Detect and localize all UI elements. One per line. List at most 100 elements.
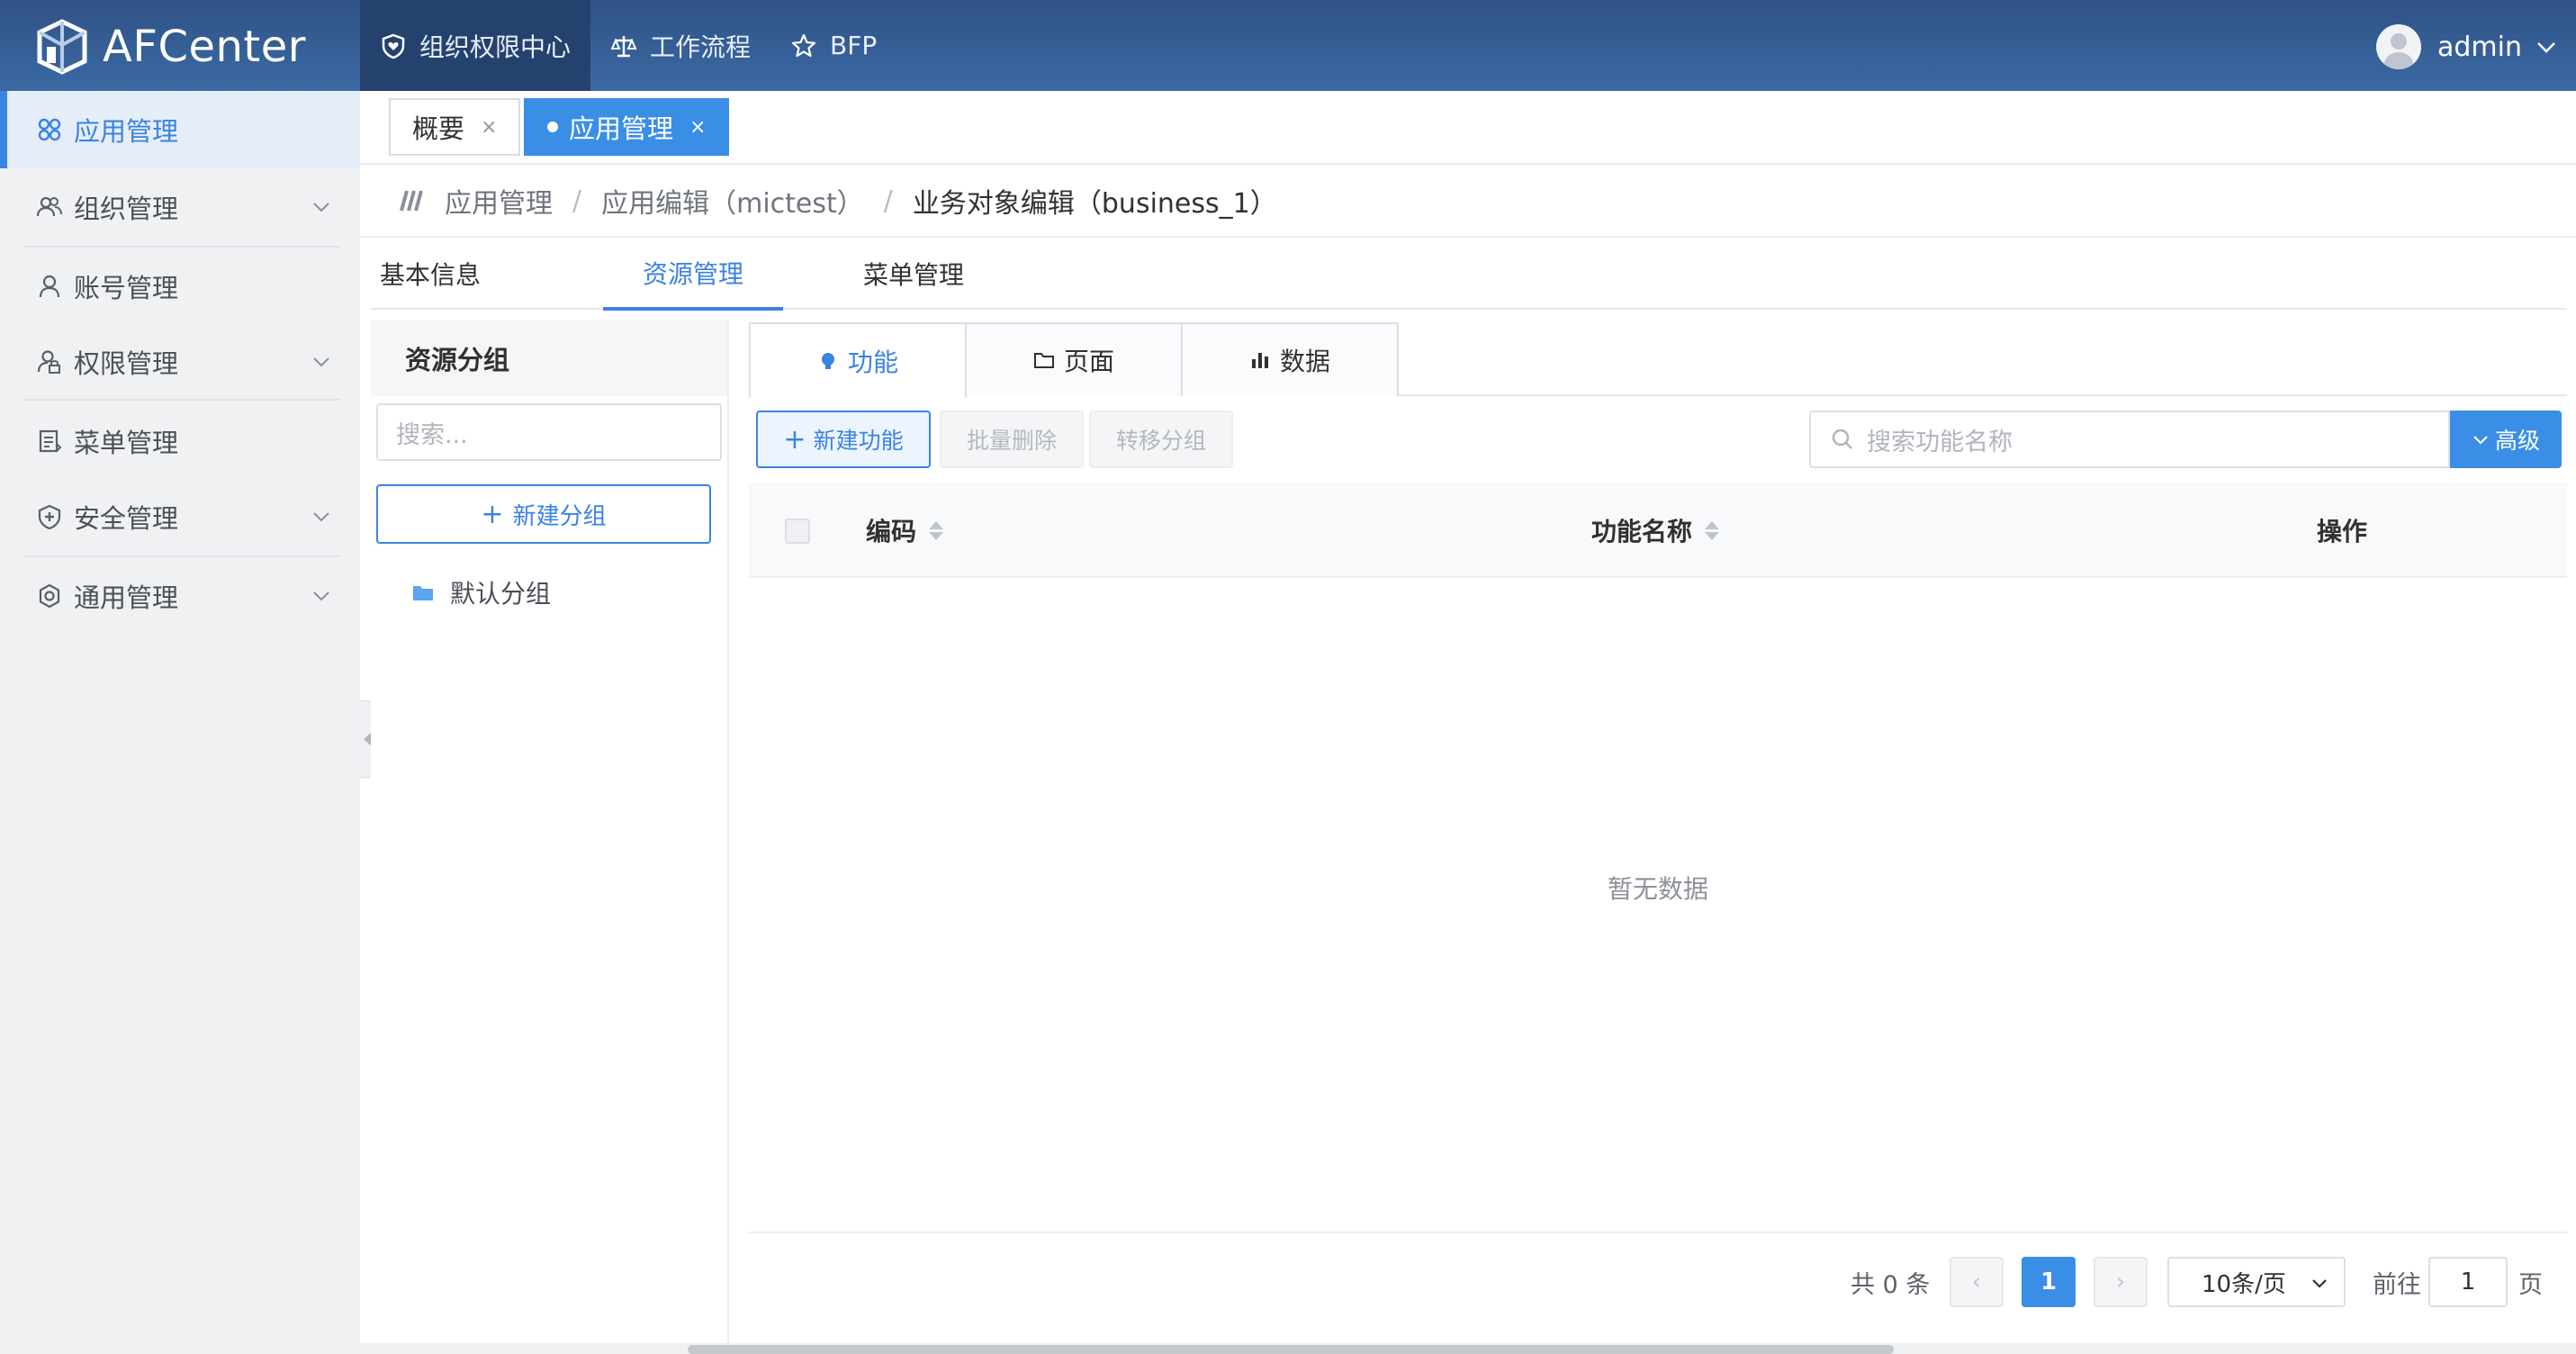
close-icon[interactable]: ×	[481, 116, 497, 139]
bar-chart-icon	[1251, 353, 1268, 368]
top-navbar: AFCenter 组织权限中心 工作流程 BFP admin	[0, 0, 2576, 91]
sidebar: 应用管理 组织管理 账号管理 权限管理 菜单管理 安全管理 通用管理	[0, 91, 360, 1347]
tab-label: 页面	[1063, 347, 1114, 376]
prev-page-button[interactable]: ‹	[1950, 1257, 2004, 1307]
goto-page-input[interactable]: 1	[2428, 1257, 2508, 1307]
groups-search-input[interactable]: 搜索...	[376, 403, 722, 461]
tab-resource-management[interactable]: 资源管理	[603, 238, 783, 311]
user-name: admin	[2437, 31, 2522, 63]
top-nav: 组织权限中心 工作流程 BFP	[360, 0, 896, 91]
column-label: 功能名称	[1591, 517, 1693, 546]
scale-icon	[610, 35, 637, 57]
button-label: 转移分组	[1115, 428, 1206, 454]
topnav-item-workflow[interactable]: 工作流程	[590, 0, 770, 91]
scrollbar-thumb[interactable]	[688, 1345, 1894, 1354]
tab-label: 菜单管理	[862, 260, 964, 290]
sidebar-item-app-management[interactable]: 应用管理	[0, 91, 360, 168]
column-label: 编码	[866, 517, 917, 546]
empty-state: 暂无数据	[1607, 874, 1708, 904]
chevron-down-icon	[313, 512, 329, 522]
user-lock-icon	[37, 350, 60, 374]
divider	[749, 1232, 2567, 1233]
topnav-item-org-permission[interactable]: 组织权限中心	[360, 0, 591, 91]
logo-icon	[37, 19, 87, 75]
sidebar-item-label: 权限管理	[74, 348, 179, 379]
shield-plus-icon	[38, 504, 61, 530]
plus-icon: +	[481, 498, 504, 530]
tab-label: 数据	[1279, 347, 1330, 376]
page-tabs-bar: 概要 × 应用管理 ×	[360, 91, 2576, 165]
users-icon	[36, 196, 62, 217]
breadcrumb: 应用管理 / 应用编辑（mictest） / 业务对象编辑（business_1…	[396, 171, 1277, 230]
topnav-item-bfp[interactable]: BFP	[770, 0, 896, 91]
goto-unit-label: 页	[2518, 1270, 2543, 1299]
sidebar-item-label: 账号管理	[74, 273, 179, 303]
breadcrumb-item[interactable]: 应用管理	[445, 181, 553, 221]
column-header-function-name[interactable]: 功能名称	[1591, 483, 1720, 578]
sidebar-item-menu-management[interactable]: 菜单管理	[0, 402, 360, 480]
new-group-button[interactable]: + 新建分组	[376, 484, 711, 544]
next-page-button[interactable]: ›	[2094, 1257, 2148, 1307]
folder-icon	[413, 586, 433, 600]
sidebar-item-general-management[interactable]: 通用管理	[0, 557, 360, 635]
tab-menu-management[interactable]: 菜单管理	[841, 238, 986, 310]
breadcrumb-current: 业务对象编辑（business_1）	[912, 188, 1277, 220]
group-item-default[interactable]: 默认分组	[412, 567, 551, 618]
sidebar-item-security-management[interactable]: 安全管理	[0, 478, 360, 555]
app-logo[interactable]: AFCenter	[36, 18, 306, 76]
sidebar-item-label: 应用管理	[74, 116, 179, 147]
search-placeholder: 搜索...	[396, 420, 468, 449]
function-search-input[interactable]: 搜索功能名称	[1809, 411, 2450, 468]
page-number-button[interactable]: 1	[2022, 1257, 2076, 1307]
shield-heart-icon	[382, 33, 405, 59]
goto-label: 前往	[2373, 1270, 2421, 1299]
sidebar-item-label: 组织管理	[74, 194, 179, 224]
active-dot-icon	[547, 122, 558, 132]
bulb-icon	[821, 353, 834, 369]
tab-data[interactable]: 数据	[1181, 322, 1399, 396]
breadcrumb-item[interactable]: 应用编辑（mictest）	[601, 181, 864, 221]
tab-page[interactable]: 页面	[965, 322, 1183, 396]
chevron-down-icon	[313, 357, 329, 367]
column-header-code[interactable]: 编码	[866, 483, 944, 578]
resource-groups-panel: 资源分组 搜索... + 新建分组 默认分组	[371, 320, 729, 1347]
sidebar-item-org-management[interactable]: 组织管理	[0, 168, 360, 246]
settings-icon	[39, 583, 60, 609]
topnav-label: 工作流程	[650, 32, 752, 62]
tab-function[interactable]: 功能	[749, 322, 967, 398]
page-size-select[interactable]: 10条/页	[2167, 1257, 2346, 1307]
sidebar-item-label: 安全管理	[74, 503, 179, 534]
tab-basic-info[interactable]: 基本信息	[371, 238, 490, 310]
column-label: 操作	[2317, 517, 2368, 546]
sidebar-item-account-management[interactable]: 账号管理	[0, 248, 360, 325]
button-label: 批量删除	[966, 428, 1057, 454]
sub-tabs: 基本信息 资源管理 菜单管理	[371, 238, 2567, 311]
sort-icon[interactable]	[1705, 520, 1720, 540]
plus-icon: +	[783, 423, 806, 456]
page-tab-label: 概要	[412, 113, 465, 144]
groups-title: 资源分组	[371, 320, 727, 396]
batch-delete-button[interactable]: 批量删除	[940, 411, 1084, 468]
tab-label: 资源管理	[642, 258, 743, 289]
avatar	[2376, 24, 2421, 69]
chevron-down-icon	[2312, 1279, 2327, 1288]
page-tab-overview[interactable]: 概要 ×	[389, 98, 521, 156]
advanced-search-button[interactable]: 高级	[2450, 411, 2562, 468]
user-icon	[39, 275, 60, 298]
search-placeholder: 搜索功能名称	[1867, 428, 2013, 456]
sort-icon[interactable]	[929, 520, 944, 540]
tab-label: 基本信息	[379, 260, 481, 290]
breadcrumb-separator: /	[572, 185, 582, 217]
page-tab-app-management[interactable]: 应用管理 ×	[524, 98, 730, 156]
button-label: 新建功能	[813, 428, 904, 454]
select-all-checkbox[interactable]	[785, 519, 810, 544]
chevron-down-icon	[313, 591, 329, 601]
close-icon[interactable]: ×	[689, 116, 706, 139]
topnav-label: BFP	[830, 31, 878, 60]
new-function-button[interactable]: + 新建功能	[756, 411, 931, 468]
chevron-down-icon	[2537, 42, 2555, 53]
user-menu[interactable]: admin	[2376, 23, 2558, 70]
sidebar-item-permission-management[interactable]: 权限管理	[0, 323, 360, 401]
column-header-actions: 操作	[2317, 483, 2367, 578]
move-group-button[interactable]: 转移分组	[1089, 411, 1233, 468]
